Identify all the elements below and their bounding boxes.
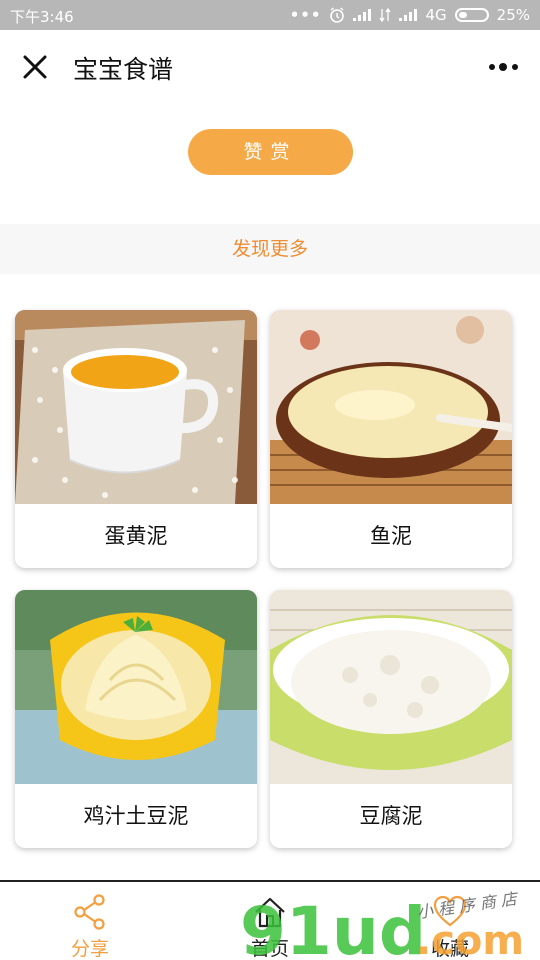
recipe-image-egg-yolk	[15, 310, 257, 504]
share-icon	[74, 894, 105, 930]
tab-bar: 分享 首页 收藏	[0, 880, 540, 960]
tab-label: 首页	[250, 938, 289, 960]
status-right: ••• 4G 25%	[290, 6, 530, 24]
recipe-image-potato-puree	[15, 590, 257, 784]
status-time: 下午3:46	[10, 8, 74, 26]
tab-home[interactable]: 首页	[180, 882, 360, 960]
recipe-card-potato-puree[interactable]: 鸡汁土豆泥	[15, 590, 257, 848]
home-icon	[255, 897, 285, 928]
network-type: 4G	[425, 6, 447, 24]
alarm-icon	[330, 7, 345, 23]
tab-share[interactable]: 分享	[0, 882, 180, 960]
close-icon[interactable]	[20, 52, 50, 82]
recipe-name: 鸡汁土豆泥	[83, 804, 189, 828]
status-bar: 下午3:46 ••• 4G 25%	[0, 0, 540, 30]
nav-bar: 宝宝食谱	[0, 30, 540, 104]
tab-label: 收藏	[430, 938, 469, 960]
signal-icon-2	[399, 9, 418, 21]
recipe-name: 鱼泥	[370, 524, 412, 548]
discover-more-link[interactable]: 发现更多	[0, 224, 540, 274]
recipe-card-egg-yolk[interactable]: 蛋黄泥	[15, 310, 257, 568]
heart-icon	[433, 895, 467, 927]
reward-button[interactable]: 赞赏	[188, 129, 353, 175]
recipe-image-tofu-puree	[270, 590, 512, 784]
notification-dots: •••	[289, 6, 322, 24]
recipe-card-tofu-puree[interactable]: 豆腐泥	[270, 590, 512, 848]
recipe-name: 豆腐泥	[359, 804, 423, 828]
more-dots-icon[interactable]	[488, 62, 520, 72]
page-title: 宝宝食谱	[73, 55, 174, 84]
recipe-card-fish-puree[interactable]: 鱼泥	[270, 310, 512, 568]
battery-level: 25%	[496, 6, 530, 24]
recipe-name: 蛋黄泥	[104, 524, 168, 548]
data-transfer-icon	[379, 8, 392, 22]
signal-icon	[353, 9, 372, 21]
tab-label: 分享	[70, 938, 109, 960]
tab-favorite[interactable]: 收藏	[360, 882, 540, 960]
recipe-image-fish-puree	[270, 310, 512, 504]
battery-icon	[454, 8, 489, 22]
